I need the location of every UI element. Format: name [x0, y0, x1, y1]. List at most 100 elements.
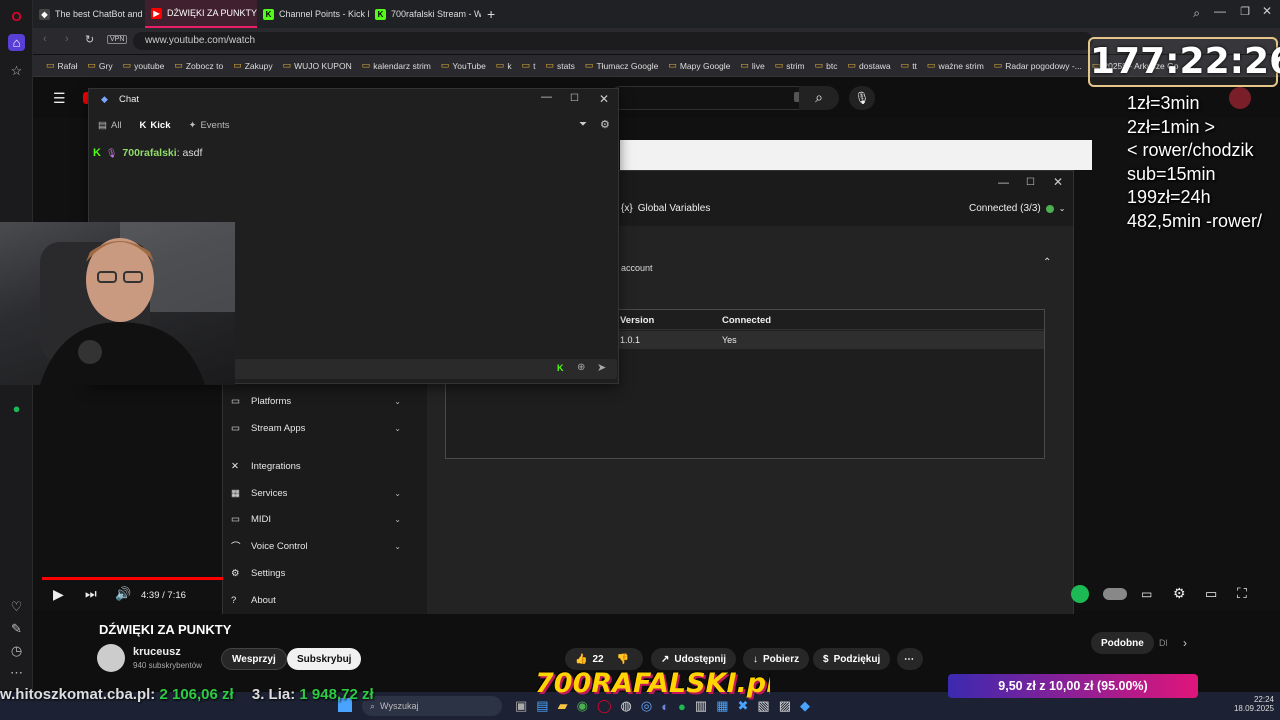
chat-input[interactable]: K ⊕ ➤: [233, 359, 617, 379]
maximize-button[interactable]: ☐: [1026, 177, 1035, 188]
back-icon[interactable]: ‹: [43, 33, 47, 45]
subtitles-icon[interactable]: ▭: [1141, 587, 1152, 601]
bookmark-item[interactable]: ▭ t: [517, 60, 541, 71]
gear-icon[interactable]: ⚙: [600, 118, 610, 131]
bookmark-label: Rafał: [57, 60, 78, 71]
tab-chatbot[interactable]: ◆ The best ChatBot and: [33, 0, 145, 28]
nav-item[interactable]: ▭ MIDI ⌄: [231, 508, 411, 530]
next-icon[interactable]: ⏭: [85, 586, 97, 602]
edit-icon[interactable]: ✎: [8, 620, 25, 637]
more-actions-button[interactable]: ⋯: [897, 648, 923, 670]
tab-kick[interactable]: K Kick: [131, 111, 180, 139]
thanks-button[interactable]: $ Podziękuj: [813, 648, 891, 670]
close-button[interactable]: ✕: [599, 92, 609, 106]
chat-username[interactable]: 700rafalski: [122, 147, 176, 159]
more-icon[interactable]: ⋯: [8, 664, 25, 681]
search-input[interactable]: [609, 86, 819, 110]
play-icon[interactable]: ▶: [53, 586, 64, 603]
bookmark-item[interactable]: ▭ Rafał: [41, 60, 82, 71]
bookmark-item[interactable]: ▭ Radar pogodowy -...: [989, 60, 1087, 71]
chevron-right-icon[interactable]: ›: [1183, 636, 1187, 650]
bookmark-item[interactable]: ▭ Zakupy: [228, 60, 277, 71]
bookmark-item[interactable]: ▭ btc: [810, 60, 843, 71]
theater-icon[interactable]: ▭: [1205, 586, 1217, 602]
close-button[interactable]: ✕: [1262, 4, 1272, 18]
nav-item[interactable]: ▭ Stream Apps ⌄: [231, 417, 411, 439]
share-button[interactable]: ↗ Udostępnij: [651, 648, 737, 670]
nav-item[interactable]: ⌒ Voice Control ⌄: [231, 535, 411, 557]
heart-icon[interactable]: ♡: [8, 598, 25, 615]
search-tabs-icon[interactable]: ⌕: [1193, 6, 1200, 21]
bookmark-item[interactable]: ▭ youtube: [118, 60, 170, 71]
emote-icon[interactable]: ⊕: [577, 362, 585, 373]
channel-name[interactable]: kruceusz: [133, 646, 181, 658]
bookmark-item[interactable]: ▭ k: [491, 60, 517, 71]
subscribe-button[interactable]: Subskrybuj: [287, 648, 362, 670]
like-button[interactable]: 👍 22 👎: [565, 648, 643, 670]
filter-icon[interactable]: ⏷: [579, 119, 587, 130]
microphone-icon[interactable]: 🎙: [849, 86, 875, 110]
url-field[interactable]: www.youtube.com/watch: [133, 32, 1093, 50]
maximize-button[interactable]: ❐: [1240, 5, 1250, 18]
minimize-button[interactable]: —: [998, 177, 1009, 189]
tab-all[interactable]: ▤ All: [89, 111, 131, 139]
new-tab-button[interactable]: +: [481, 0, 501, 28]
spotify-icon[interactable]: [1071, 585, 1089, 603]
folder-icon: ▭: [521, 60, 531, 70]
spotify-icon[interactable]: ●: [8, 400, 25, 417]
fullscreen-icon[interactable]: ⛶: [1237, 585, 1247, 602]
chevron-up-icon[interactable]: ⌃: [1043, 257, 1051, 268]
download-button[interactable]: ↓ Pobierz: [743, 648, 810, 670]
bookmark-item[interactable]: ▭ Tłumacz Google: [580, 60, 663, 71]
autoplay-toggle[interactable]: [1103, 588, 1127, 600]
connection-status[interactable]: Connected (3/3) ⌄: [969, 203, 1065, 214]
star-icon[interactable]: ☆: [8, 62, 25, 79]
menu-icon[interactable]: ☰: [53, 90, 66, 107]
close-button[interactable]: ✕: [1053, 175, 1063, 189]
reload-icon[interactable]: ↻: [85, 33, 94, 46]
minimize-button[interactable]: —: [1214, 4, 1226, 18]
app-icon[interactable]: ◆: [800, 698, 810, 714]
support-button[interactable]: Wesprzyj: [221, 648, 287, 670]
bookmark-item[interactable]: ▭ Zobocz to: [169, 60, 228, 71]
bookmark-item[interactable]: ▭ kalendarz strim: [357, 60, 436, 71]
history-icon[interactable]: ◷: [8, 642, 25, 659]
bookmark-item[interactable]: ▭ WUJO KUPON: [278, 60, 357, 71]
tab-events[interactable]: ✦ Events: [180, 111, 239, 139]
home-icon[interactable]: ⌂: [8, 34, 25, 51]
global-variables-button[interactable]: {x} Global Variables: [621, 203, 710, 214]
volume-icon[interactable]: 🔊: [115, 586, 131, 602]
voice-icon: ⌒: [231, 542, 241, 553]
nav-item[interactable]: ▦ Services ⌄: [231, 482, 411, 504]
minimize-button[interactable]: —: [541, 91, 552, 103]
channel-avatar[interactable]: [97, 644, 125, 672]
bookmark-item[interactable]: ▭ strim: [770, 60, 810, 71]
bookmark-label: youtube: [134, 60, 165, 71]
tab-youtube[interactable]: ▶ DŹWIĘKI ZA PUNKTY KA: [145, 0, 257, 28]
search-icon[interactable]: ⌕: [799, 86, 839, 110]
app-icon[interactable]: ▨: [779, 698, 791, 714]
bookmark-item[interactable]: ▭ Gry: [82, 60, 117, 71]
maximize-button[interactable]: ☐: [570, 93, 579, 104]
bookmark-item[interactable]: ▭ Mapy Google: [663, 60, 735, 71]
vpn-badge[interactable]: VPN: [107, 35, 128, 44]
clock[interactable]: 22:24 18.09.2025: [1222, 695, 1274, 713]
tab-kick-stream[interactable]: K 700rafalski Stream - Watc: [369, 0, 481, 28]
bookmark-item[interactable]: ▭ dostawa: [842, 60, 895, 71]
gear-icon[interactable]: ⚙: [1173, 585, 1186, 602]
forward-icon[interactable]: ›: [65, 33, 69, 45]
send-icon[interactable]: ➤: [597, 361, 606, 374]
bookmark-item[interactable]: ▭ stats: [540, 60, 579, 71]
bookmark-item[interactable]: ▭ tt: [896, 60, 922, 71]
rate-line: 199zł=24h: [1127, 187, 1211, 207]
similar-tab[interactable]: Podobne: [1091, 632, 1154, 654]
tab-kick-dashboard[interactable]: K Channel Points - Kick Das: [257, 0, 369, 28]
bookmark-item[interactable]: ▭ live: [735, 60, 769, 71]
nav-item[interactable]: ✕ Integrations: [231, 455, 411, 477]
bookmark-item[interactable]: ▭ ważne strim: [922, 60, 989, 71]
nav-item[interactable]: ▭ Platforms ⌄: [231, 390, 411, 412]
partial-tab[interactable]: Dl: [1159, 638, 1168, 648]
bookmark-item[interactable]: ▭ YouTube: [436, 60, 491, 71]
task-view-icon[interactable]: ▣: [515, 698, 527, 714]
opera-logo-icon[interactable]: O: [8, 8, 25, 25]
